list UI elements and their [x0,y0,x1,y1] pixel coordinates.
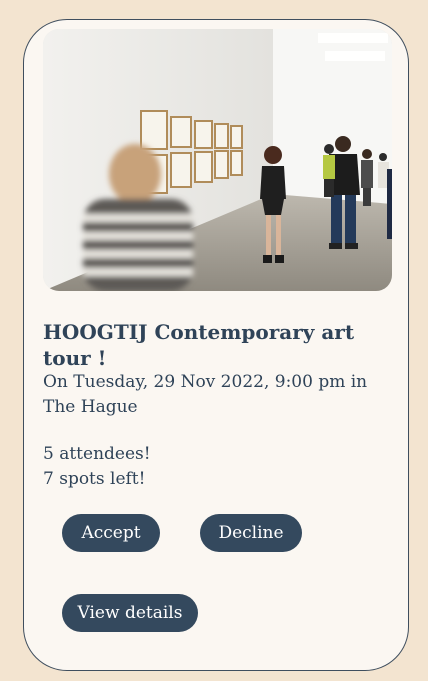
attendee-count: 5 attendees! [43,444,151,464]
attendance-info: 5 attendees! 7 spots left! [43,442,383,492]
event-title: HOOGTIJ Contemporary art tour ! [43,320,355,370]
accept-button[interactable]: Accept [62,514,160,552]
event-date-location: On Tuesday, 29 Nov 2022, 9:00 pm in The … [43,372,368,417]
decline-button[interactable]: Decline [200,514,302,552]
view-details-button[interactable]: View details [62,594,198,632]
spots-left: 7 spots left! [43,469,146,489]
event-card: HOOGTIJ Contemporary art tour ! On Tuesd… [23,19,409,671]
event-photo [43,29,392,291]
gallery-photo-illustration [43,29,392,291]
